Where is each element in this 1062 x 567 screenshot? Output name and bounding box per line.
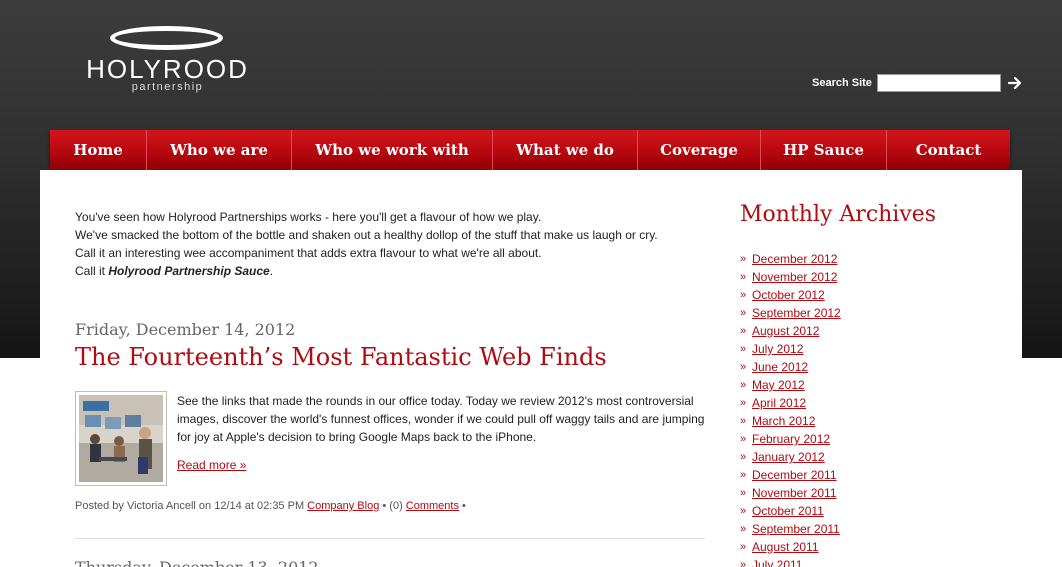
bullet-icon: » — [740, 307, 747, 319]
archive-item: » November 2011 — [740, 484, 841, 502]
logo-ring-icon — [110, 26, 223, 50]
nav-hp-sauce[interactable]: HP Sauce — [761, 130, 887, 170]
bullet-icon: » — [740, 325, 747, 337]
logo-subtitle: partnership — [131, 81, 204, 93]
archive-item: » April 2012 — [740, 394, 841, 412]
meta-prefix: Posted by Victoria Ancell on 12/14 at 02… — [75, 500, 308, 512]
archive-item: » July 2011 — [740, 556, 841, 567]
search-label: Search Site — [812, 77, 872, 89]
bullet-icon: » — [740, 379, 747, 391]
post-thumbnail-image — [79, 395, 163, 482]
bullet-icon: » — [740, 271, 747, 283]
archive-item: » November 2012 — [740, 268, 841, 286]
archive-item: » January 2012 — [740, 448, 841, 466]
nav-what-we-do[interactable]: What we do — [493, 130, 638, 170]
archive-item: » December 2012 — [740, 250, 841, 268]
search-bar: Search Site — [812, 72, 1023, 94]
main-content: You've seen how Holyrood Partnerships wo… — [40, 170, 1022, 567]
archive-item: » December 2011 — [740, 466, 841, 484]
intro-prefix: Call it — [75, 264, 109, 278]
archive-link[interactable]: September 2011 — [752, 520, 840, 538]
post-thumbnail[interactable] — [75, 391, 167, 486]
intro-suffix: . — [269, 264, 274, 278]
bullet-icon: » — [740, 469, 747, 481]
bullet-icon: » — [740, 343, 747, 355]
archive-link[interactable]: August 2012 — [752, 322, 819, 340]
read-more-link[interactable]: Read more » — [177, 458, 246, 472]
post-meta: Posted by Victoria Ancell on 12/14 at 02… — [75, 500, 466, 512]
site-logo[interactable]: HOLYROOD partnership — [70, 26, 265, 96]
intro-emphasis: Holyrood Partnership Sauce — [108, 264, 270, 278]
archive-link[interactable]: July 2011 — [752, 556, 802, 567]
bullet-icon: » — [740, 505, 747, 517]
next-post-date: Thursday, December 13, 2012 — [75, 558, 319, 567]
archive-link[interactable]: October 2011 — [752, 502, 824, 520]
intro-text: You've seen how Holyrood Partnerships wo… — [75, 208, 705, 280]
archive-item: » October 2012 — [740, 286, 841, 304]
archive-item: » June 2012 — [740, 358, 841, 376]
archive-link[interactable]: March 2012 — [752, 412, 815, 430]
post-divider — [75, 538, 705, 539]
post-date: Friday, December 14, 2012 — [75, 320, 296, 339]
bullet-icon: » — [740, 541, 747, 553]
archive-link[interactable]: September 2012 — [752, 304, 841, 322]
intro-line: Call it Holyrood Partnership Sauce. — [75, 262, 705, 280]
archives-title: Monthly Archives — [740, 202, 937, 227]
arrow-right-icon[interactable] — [1007, 75, 1023, 91]
archive-link[interactable]: April 2012 — [752, 394, 806, 412]
nav-who-we-are[interactable]: Who we are — [147, 130, 292, 170]
archive-item: » February 2012 — [740, 430, 841, 448]
main-nav: Home Who we are Who we work with What we… — [50, 130, 1010, 170]
archives-list: » December 2012 » November 2012 » October 2… — [740, 250, 841, 567]
archive-link[interactable]: July 2012 — [752, 340, 803, 358]
bullet-icon: » — [740, 253, 747, 265]
bullet-icon: » — [740, 415, 747, 427]
archive-item: » March 2012 — [740, 412, 841, 430]
archive-link[interactable]: January 2012 — [752, 448, 825, 466]
archive-link[interactable]: November 2012 — [752, 268, 837, 286]
bullet-icon: » — [740, 559, 747, 567]
archive-item: » July 2012 — [740, 340, 841, 358]
meta-mid: • (0) — [379, 500, 406, 512]
intro-line: We've smacked the bottom of the bottle a… — [75, 228, 658, 242]
logo-name: HOLYROOD — [86, 54, 249, 84]
meta-suffix: • — [458, 500, 466, 512]
bullet-icon: » — [740, 361, 747, 373]
archive-link[interactable]: May 2012 — [752, 376, 805, 394]
archive-item: » October 2011 — [740, 502, 841, 520]
archive-link[interactable]: November 2011 — [752, 484, 837, 502]
bullet-icon: » — [740, 433, 747, 445]
archive-link[interactable]: October 2012 — [752, 286, 825, 304]
archive-item: » August 2011 — [740, 538, 841, 556]
archive-link[interactable]: February 2012 — [752, 430, 830, 448]
bullet-icon: » — [740, 289, 747, 301]
nav-coverage[interactable]: Coverage — [638, 130, 761, 170]
archive-item: » August 2012 — [740, 322, 841, 340]
nav-contact[interactable]: Contact — [887, 130, 1010, 170]
category-link[interactable]: Company Blog — [307, 500, 379, 512]
archive-item: » September 2012 — [740, 304, 841, 322]
archive-item: » May 2012 — [740, 376, 841, 394]
archive-link[interactable]: December 2011 — [752, 466, 837, 484]
archive-link[interactable]: June 2012 — [752, 358, 808, 376]
nav-home[interactable]: Home — [50, 130, 147, 170]
archive-item: » September 2011 — [740, 520, 841, 538]
search-input[interactable] — [876, 74, 1001, 92]
intro-line: Call it an interesting wee accompaniment… — [75, 246, 542, 260]
archive-link[interactable]: August 2011 — [752, 538, 819, 556]
archive-link[interactable]: December 2012 — [752, 250, 837, 268]
bullet-icon: » — [740, 523, 747, 535]
bullet-icon: » — [740, 397, 747, 409]
bullet-icon: » — [740, 487, 747, 499]
intro-line: You've seen how Holyrood Partnerships wo… — [75, 210, 542, 224]
comments-link[interactable]: Comments — [406, 500, 459, 512]
bullet-icon: » — [740, 451, 747, 463]
nav-who-we-work-with[interactable]: Who we work with — [292, 130, 493, 170]
post-title-link[interactable]: The Fourteenth’s Most Fantastic Web Find… — [75, 343, 607, 371]
post-excerpt: See the links that made the rounds in ou… — [177, 394, 705, 444]
